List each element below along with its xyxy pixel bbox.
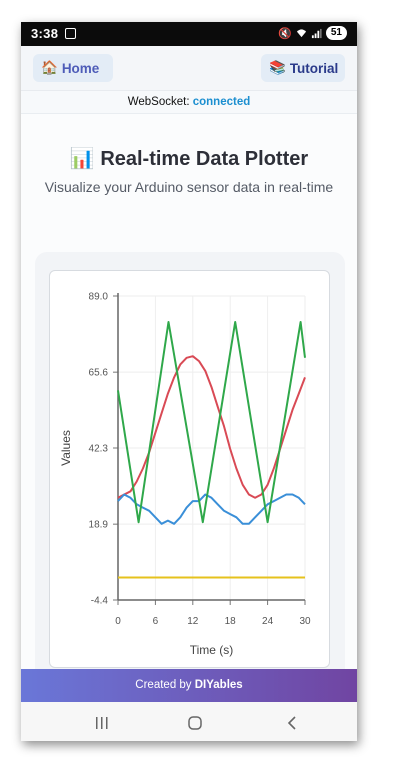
y-tick-label: 42.3 (89, 444, 109, 455)
websocket-status: connected (192, 96, 251, 108)
x-tick-label: 12 (187, 616, 199, 627)
y-tick-label: 65.6 (89, 368, 109, 379)
back-button[interactable] (266, 710, 306, 734)
x-tick-label: 0 (115, 616, 121, 627)
screenshot-icon (65, 28, 76, 39)
x-tick-label: 6 (153, 616, 159, 627)
recents-icon (96, 717, 108, 729)
footer: Created by DIYables (21, 669, 357, 702)
x-tick-label: 24 (262, 616, 274, 627)
mute-icon: 🔇 (278, 27, 292, 40)
books-icon: 📚 (269, 60, 286, 75)
home-button-label: Home (61, 60, 100, 76)
page-subtitle: Visualize your Arduino sensor data in re… (44, 179, 334, 195)
recents-button[interactable] (76, 710, 116, 734)
nav-home-button[interactable] (169, 710, 209, 734)
websocket-status-bar: WebSocket: connected (21, 91, 357, 114)
house-icon: 🏠 (41, 60, 58, 75)
wifi-icon (296, 28, 306, 37)
status-icons: 🔇 51 (278, 26, 347, 40)
back-icon (287, 716, 296, 730)
status-time: 3:38 (31, 26, 59, 41)
battery-icon: 51 (325, 26, 347, 40)
y-tick-label: 89.0 (89, 292, 109, 303)
series-line-3 (117, 321, 306, 524)
home-button[interactable]: 🏠 Home (33, 54, 113, 82)
x-axis-label: Time (s) (190, 643, 234, 657)
phone-screen: 3:38 🔇 51 🏠 Home 📚 Tutorial WebSocket: c… (21, 22, 357, 741)
x-tick-label: 18 (225, 616, 237, 627)
y-tick-label: -4.4 (91, 596, 109, 607)
tutorial-button-label: Tutorial (289, 60, 339, 76)
page-title: 📊 Real-time Data Plotter (21, 146, 357, 171)
footer-prefix: Created by (135, 679, 195, 691)
top-header: 🏠 Home 📚 Tutorial (21, 46, 357, 91)
android-nav-bar (21, 702, 357, 741)
y-tick-label: 18.9 (89, 520, 109, 531)
y-axis-label: Values (59, 430, 73, 466)
line-chart: 0 6 12 18 24 30 89.0 65.6 42.3 18.9 -4.4 Time (s) Va… (59, 292, 311, 658)
x-tick-label: 30 (299, 616, 311, 627)
nav-home-icon (188, 716, 202, 730)
bar-chart-icon: 📊 (69, 148, 95, 170)
websocket-label: WebSocket: (127, 96, 190, 108)
chart-card: 0 6 12 18 24 30 89.0 65.6 42.3 18.9 -4.4 Time (s) Va… (49, 270, 330, 668)
footer-brand: DIYables (194, 679, 243, 691)
page-title-text: Real-time Data Plotter (100, 148, 309, 170)
tutorial-button[interactable]: 📚 Tutorial (261, 54, 345, 82)
status-bar: 3:38 🔇 51 (21, 22, 357, 46)
series-line-2 (117, 493, 306, 525)
signal-icon (311, 28, 322, 38)
